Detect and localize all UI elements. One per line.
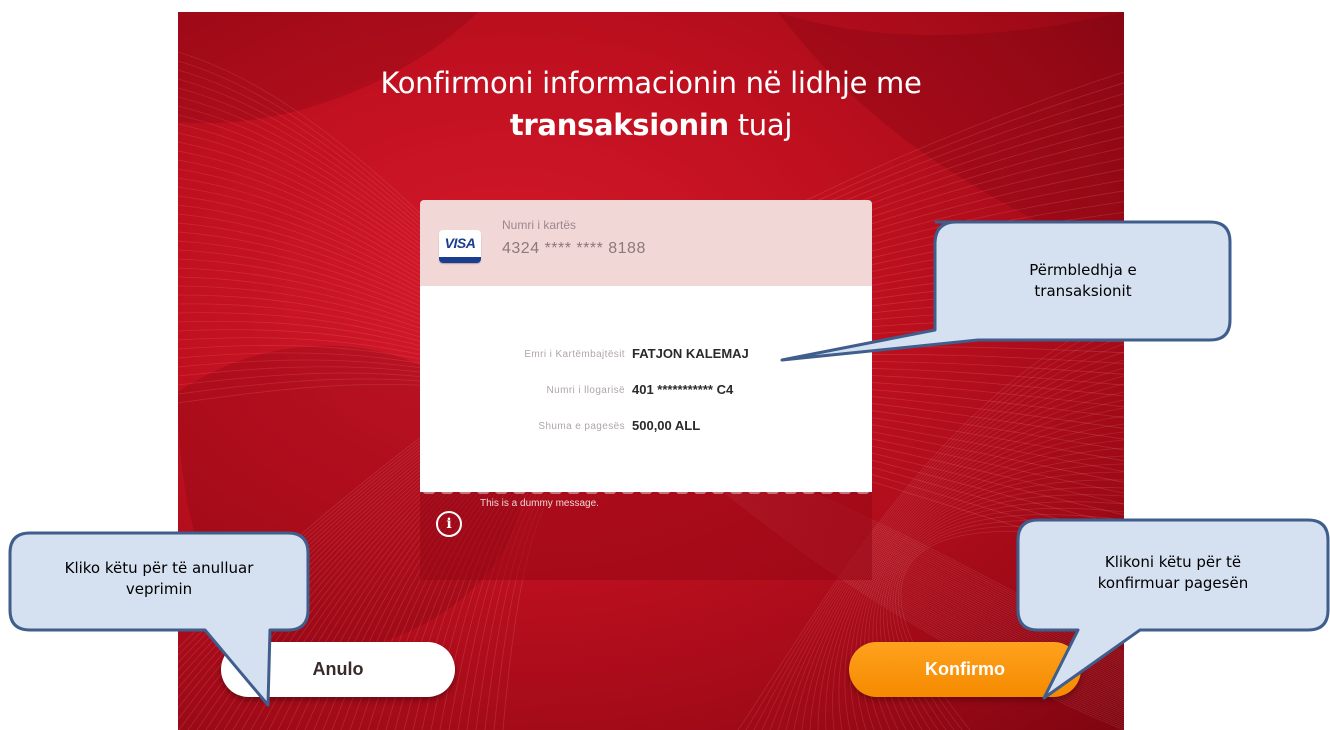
callout-cancel-line1: Kliko këtu për të anulluar — [64, 559, 254, 577]
callout-confirm-text: Klikoni këtu për të konfirmuar pagesën — [1018, 552, 1328, 594]
info-footer: i This is a dummy message. — [420, 492, 872, 580]
transaction-details: Emri i Kartëmbajtësit FATJON KALEMAJ Num… — [420, 286, 872, 492]
page-title: Konfirmoni informacionin në lidhje me tr… — [178, 62, 1124, 146]
callout-cancel-text: Kliko këtu për të anulluar veprimin — [10, 558, 308, 600]
detail-label: Shuma e pagesës — [538, 421, 625, 432]
cancel-button[interactable]: Anulo — [221, 642, 455, 697]
page: Konfirmoni informacionin në lidhje me tr… — [0, 0, 1330, 730]
detail-label: Numri i llogarisë — [546, 385, 625, 396]
detail-value: FATJON KALEMAJ — [632, 346, 749, 361]
detail-row-account: Numri i llogarisë 401 *********** C4 — [420, 382, 872, 402]
info-icon: i — [436, 511, 462, 537]
callout-confirm-line2: konfirmuar pagesën — [1097, 574, 1249, 592]
detail-row-cardholder: Emri i Kartëmbajtësit FATJON KALEMAJ — [420, 346, 872, 366]
title-line-2: transaksionin tuaj — [178, 104, 1124, 146]
card-header: VISA Numri i kartës 4324 **** **** 8188 — [420, 200, 872, 286]
transaction-summary-panel: VISA Numri i kartës 4324 **** **** 8188 … — [420, 200, 872, 580]
title-bold-word: transaksionin — [509, 108, 729, 142]
atm-screen: Konfirmoni informacionin në lidhje me tr… — [178, 12, 1124, 730]
callout-summary-line2: transaksionit — [1034, 282, 1132, 300]
callout-cancel-line2: veprimin — [125, 580, 193, 598]
card-number-value: 4324 **** **** 8188 — [502, 240, 646, 257]
detail-value: 401 *********** C4 — [632, 382, 734, 397]
detail-value: 500,00 ALL — [632, 418, 701, 433]
callout-summary-line1: Përmbledhja e — [1029, 261, 1137, 279]
confirm-button[interactable]: Konfirmo — [849, 642, 1081, 697]
title-line-1: Konfirmoni informacionin në lidhje me — [380, 66, 922, 100]
callout-summary-text: Përmbledhja e transaksionit — [936, 260, 1230, 302]
info-message: This is a dummy message. — [480, 498, 599, 509]
detail-row-amount: Shuma e pagesës 500,00 ALL — [420, 418, 872, 438]
visa-logo-stripe — [439, 257, 481, 263]
visa-brand-text: VISA — [444, 235, 476, 251]
detail-label: Emri i Kartëmbajtësit — [524, 349, 625, 360]
visa-logo: VISA — [439, 230, 481, 263]
callout-confirm-line1: Klikoni këtu për të — [1104, 553, 1242, 571]
card-number-label: Numri i kartës — [502, 218, 577, 232]
title-rest: tuaj — [728, 108, 793, 142]
